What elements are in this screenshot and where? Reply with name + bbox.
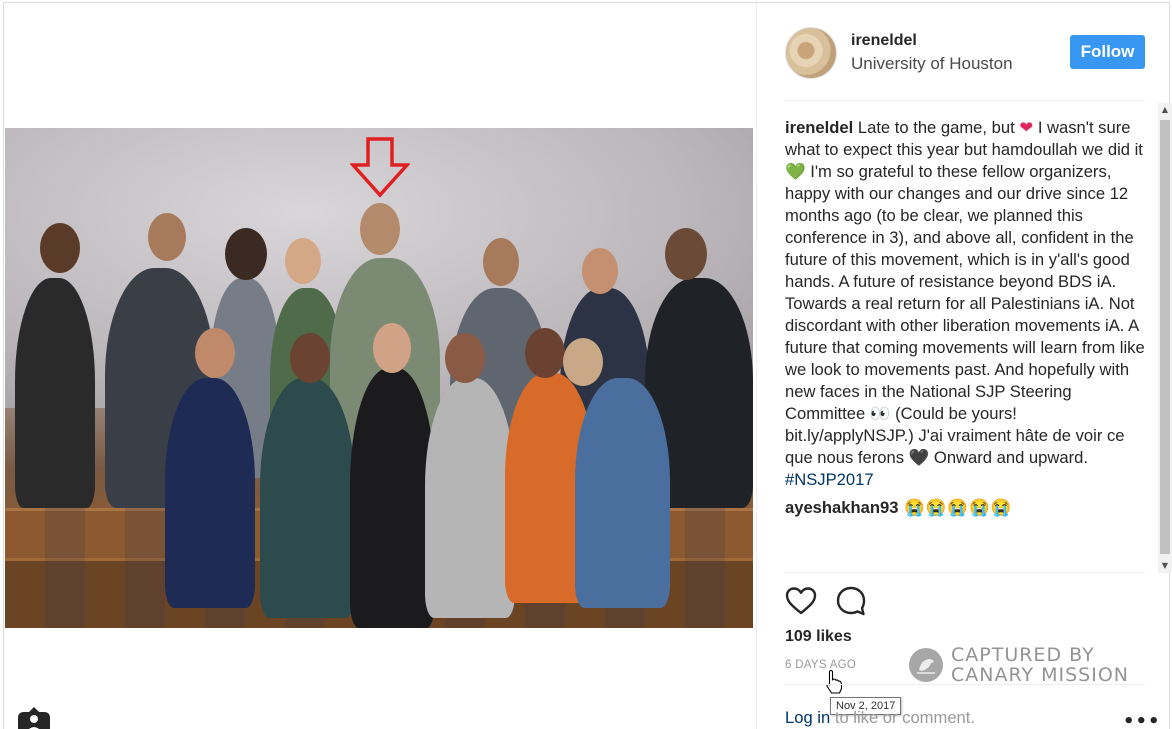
canary-mission-watermark: CAPTURED BY CANARY MISSION (909, 644, 1139, 686)
tagged-user-icon[interactable] (16, 706, 52, 729)
comments-scrollbar[interactable]: ▲ ▼ (1158, 103, 1172, 573)
photo-person-head (582, 248, 618, 294)
like-heart-icon[interactable] (785, 586, 817, 616)
comment-username[interactable]: ayeshakhan93 (785, 498, 898, 517)
more-options-icon[interactable]: ••• (1123, 711, 1161, 729)
comment-bubble-icon[interactable] (835, 585, 867, 617)
red-heart-icon: ❤ (1019, 118, 1034, 137)
post-author-username[interactable]: ireneldel (851, 32, 917, 50)
photo-person-head (148, 213, 186, 261)
photo-person-head (285, 238, 321, 284)
green-heart-icon: 💚 (785, 162, 806, 181)
caption-text: Onward and upward. (929, 448, 1088, 467)
post-location[interactable]: University of Houston (851, 54, 1013, 74)
comment-item: ayeshakhan93 😭😭😭😭😭 (785, 497, 1145, 519)
photo-person (425, 378, 515, 618)
watermark-line-1: CAPTURED BY (951, 644, 1095, 666)
photo-person (15, 278, 95, 508)
scroll-down-arrow-icon[interactable]: ▼ (1158, 559, 1172, 573)
caption-text: I'm so grateful to these fellow organize… (785, 162, 1145, 423)
photo-person-head (563, 338, 603, 386)
red-down-arrow-icon (350, 137, 410, 198)
black-heart-icon: 🖤 (908, 448, 930, 467)
photo-person-head (525, 328, 565, 378)
scroll-up-arrow-icon[interactable]: ▲ (1158, 103, 1172, 117)
photo-person-head (483, 238, 519, 286)
photo-person (165, 378, 255, 608)
photo-person-head (290, 333, 330, 383)
post-side-panel: ireneldel University of Houston Follow i… (756, 3, 1172, 729)
caption-text: Late to the game, but (853, 118, 1020, 137)
divider (785, 684, 1145, 685)
scrollbar-thumb[interactable] (1160, 120, 1170, 554)
divider (785, 572, 1145, 573)
eyes-icon: 👀 (869, 404, 891, 423)
crying-face-icon: 😭😭😭😭😭 (898, 498, 1013, 517)
photo-person (350, 368, 435, 628)
post-photo[interactable] (5, 128, 753, 628)
photo-person (260, 378, 355, 618)
photo-person-head (40, 223, 80, 273)
photo-area (4, 3, 756, 729)
photo-person-head (665, 228, 707, 280)
login-link[interactable]: Log in (785, 708, 830, 727)
watermark-line-2: CANARY MISSION (951, 664, 1129, 686)
post-header: ireneldel University of Houston Follow (757, 3, 1171, 100)
login-prompt-text: to like or comment. (830, 708, 976, 727)
caption-username[interactable]: ireneldel (785, 118, 853, 137)
hand-pointer-cursor-icon (826, 669, 843, 694)
follow-button[interactable]: Follow (1070, 35, 1145, 69)
comments-list[interactable]: ireneldel Late to the game, but ❤ I wasn… (785, 117, 1145, 573)
divider (785, 100, 1145, 101)
photo-person (575, 378, 670, 608)
hashtag-link[interactable]: #NSJP2017 (785, 470, 874, 489)
canary-logo-icon (909, 648, 943, 682)
photo-person-head (445, 333, 485, 383)
likes-count[interactable]: 109 likes (785, 628, 852, 646)
post-timestamp[interactable]: 6 DAYS AGO (785, 659, 856, 671)
photo-person-head (225, 228, 267, 280)
photo-person-head (360, 203, 400, 255)
login-prompt: Log in to like or comment. (785, 708, 975, 728)
photo-person-head (373, 323, 411, 373)
photo-person-head (195, 328, 235, 378)
avatar[interactable] (785, 27, 837, 79)
post-frame: ireneldel University of Houston Follow i… (3, 2, 1172, 729)
caption-comment: ireneldel Late to the game, but ❤ I wasn… (785, 117, 1145, 491)
